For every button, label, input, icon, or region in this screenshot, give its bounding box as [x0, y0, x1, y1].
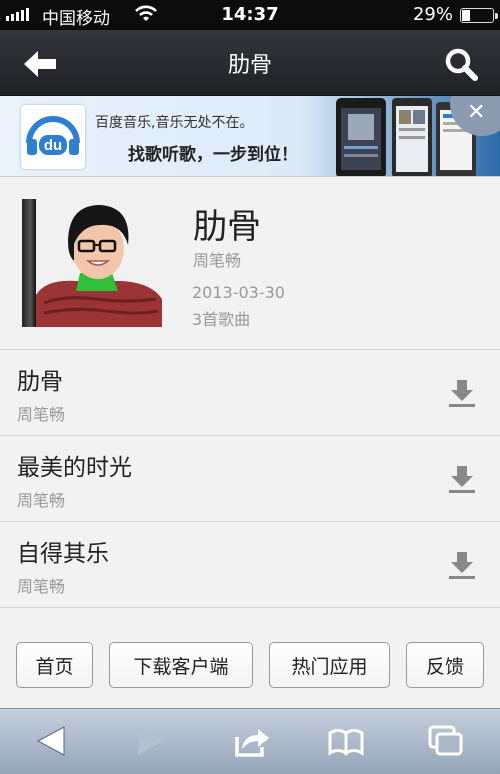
download-client-button[interactable]: 下载客户端: [109, 642, 253, 688]
home-button[interactable]: 首页: [16, 642, 93, 688]
browser-back-icon[interactable]: [34, 725, 70, 757]
browser-toolbar: [0, 708, 500, 774]
app-banner-ad[interactable]: du 百度音乐,音乐无处不在。 找歌听歌，一步到位！ ✕: [0, 96, 500, 176]
download-icon[interactable]: [448, 464, 476, 494]
song-row[interactable]: 最美的时光 周笔畅: [0, 436, 500, 522]
status-bar: 中国移动 14:37 29%: [0, 0, 500, 30]
download-icon[interactable]: [448, 550, 476, 580]
song-title: 最美的时光: [17, 455, 132, 481]
share-icon[interactable]: [234, 725, 270, 757]
baidu-music-logo: du: [21, 105, 85, 169]
tabs-icon[interactable]: [428, 725, 464, 757]
banner-tagline: 百度音乐,音乐无处不在。: [95, 115, 254, 131]
album-cover-spine: [22, 199, 36, 327]
popular-apps-button[interactable]: 热门应用: [269, 642, 390, 688]
song-title: 肋骨: [17, 369, 63, 395]
song-count: 3首歌曲: [192, 310, 251, 329]
song-row[interactable]: 自得其乐 周笔畅: [0, 522, 500, 608]
page-title: 肋骨: [227, 53, 272, 78]
bookmarks-icon[interactable]: [328, 725, 364, 757]
battery-icon: [460, 8, 498, 23]
song-row[interactable]: 肋骨 周笔畅: [0, 350, 500, 436]
song-artist: 周笔畅: [17, 405, 66, 424]
song-title: 自得其乐: [17, 541, 109, 567]
browser-forward-icon[interactable]: [132, 725, 168, 757]
navigation-bar: 肋骨: [0, 30, 500, 96]
song-artist: 周笔畅: [17, 491, 66, 510]
release-date: 2013-03-30: [192, 283, 285, 302]
search-icon[interactable]: [444, 47, 478, 81]
footer-links: 首页 下载客户端 热门应用 反馈: [0, 608, 500, 708]
download-icon[interactable]: [448, 378, 476, 408]
close-icon: ✕: [467, 100, 486, 125]
battery-percentage: 29%: [412, 4, 453, 25]
album-artist: 周笔畅: [193, 251, 242, 270]
song-list: 肋骨 周笔畅 最美的时光 周笔畅 自得其乐 周笔畅: [0, 350, 500, 608]
album-header: 肋骨 周笔畅 2013-03-30 3首歌曲: [0, 176, 500, 350]
feedback-button[interactable]: 反馈: [406, 642, 484, 688]
song-artist: 周笔畅: [17, 577, 66, 596]
banner-slogan: 找歌听歌，一步到位！: [128, 145, 298, 165]
album-title: 肋骨: [193, 207, 261, 247]
album-cover-image: [36, 199, 162, 327]
svg-text:du: du: [44, 137, 62, 154]
